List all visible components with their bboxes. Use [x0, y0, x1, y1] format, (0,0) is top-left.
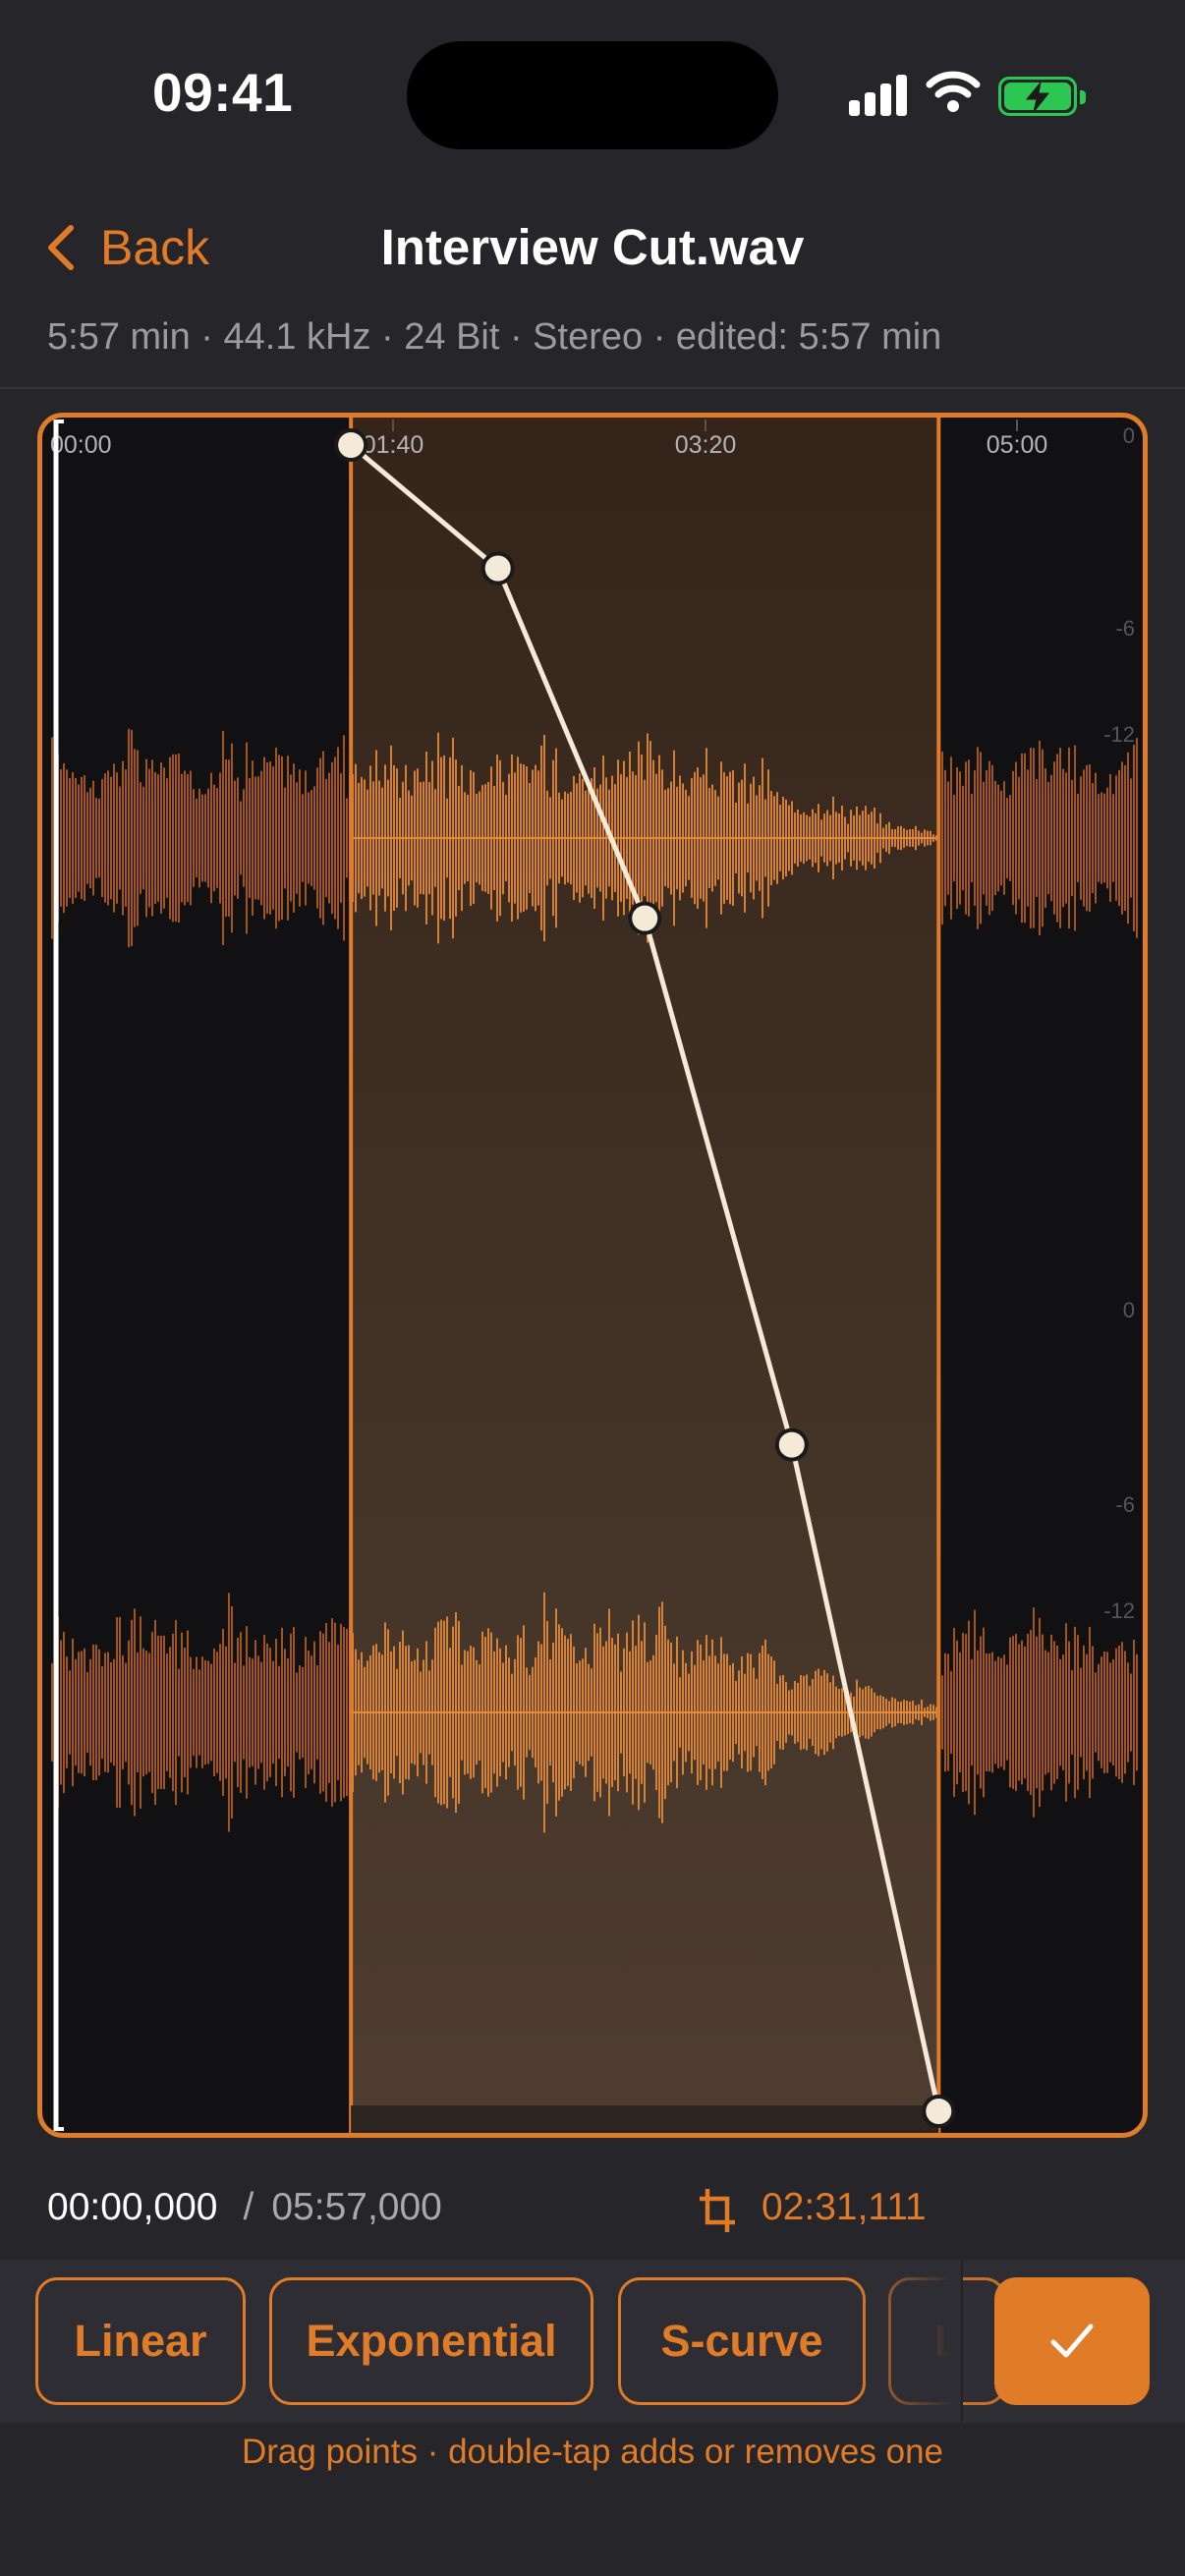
page-title: Interview Cut.wav — [380, 219, 805, 275]
preset-linear-button[interactable]: Linear — [35, 2277, 246, 2405]
fade-curve-point[interactable] — [334, 428, 368, 462]
battery-charging-icon — [998, 77, 1086, 116]
confirm-divider — [961, 2260, 963, 2423]
fade-curve-point[interactable] — [774, 1428, 809, 1462]
fade-editor[interactable]: 00:00 01:40 03:20 05:00 0 -6 -12 0 -6 -12 — [37, 413, 1148, 2138]
fade-curve-point[interactable] — [480, 551, 515, 586]
status-time: 09:41 — [152, 62, 294, 123]
waveform-channel-right — [51, 1592, 1138, 1833]
cellular-signal-icon — [849, 73, 908, 116]
timeline-tick-label: 00:00 — [50, 431, 112, 459]
bolt-icon — [1025, 82, 1050, 113]
fade-selection[interactable] — [351, 418, 939, 2133]
db-scale-label: 0 — [1123, 1298, 1135, 1322]
selection-length: 02:31,111 — [762, 2186, 927, 2228]
fade-curve-point[interactable] — [628, 901, 662, 935]
fade-curve-point[interactable] — [922, 2095, 956, 2128]
confirm-button[interactable] — [994, 2277, 1150, 2405]
wifi-icon — [926, 71, 981, 112]
db-scale-label: -12 — [1103, 722, 1135, 747]
file-metadata: 5:57 min · 44.1 kHz · 24 Bit · Stereo · … — [47, 316, 942, 358]
scroll-fade — [855, 2260, 963, 2423]
selection-footer — [351, 2105, 939, 2133]
db-scale-label: -6 — [1115, 616, 1135, 641]
time-separator: / — [243, 2186, 254, 2228]
timeline-tick-label: 03:20 — [675, 431, 737, 459]
preset-exponential-button[interactable]: Exponential — [269, 2277, 593, 2405]
db-scale-label: 0 — [1123, 423, 1135, 448]
preset-s-curve-button[interactable]: S-curve — [618, 2277, 866, 2405]
hint-text: Drag points · double-tap adds or removes… — [241, 2433, 943, 2471]
db-scale-label: -12 — [1103, 1598, 1135, 1623]
dynamic-island — [407, 41, 778, 149]
total-duration: 05:57,000 — [271, 2186, 442, 2228]
db-scale-label: -6 — [1115, 1492, 1135, 1517]
waveform-canvas[interactable]: 00:00 01:40 03:20 05:00 0 -6 -12 0 -6 -12 — [42, 418, 1143, 2133]
crop-icon — [700, 2189, 735, 2232]
header-divider — [0, 387, 1185, 389]
timeline-tick-label: 01:40 — [363, 431, 424, 459]
checkmark-icon — [1050, 2324, 1094, 2358]
time-readout: 00:00,000 / 05:57,000 — [47, 2186, 442, 2229]
current-position: 00:00,000 — [47, 2186, 218, 2228]
timeline-tick-label: 05:00 — [987, 431, 1048, 459]
